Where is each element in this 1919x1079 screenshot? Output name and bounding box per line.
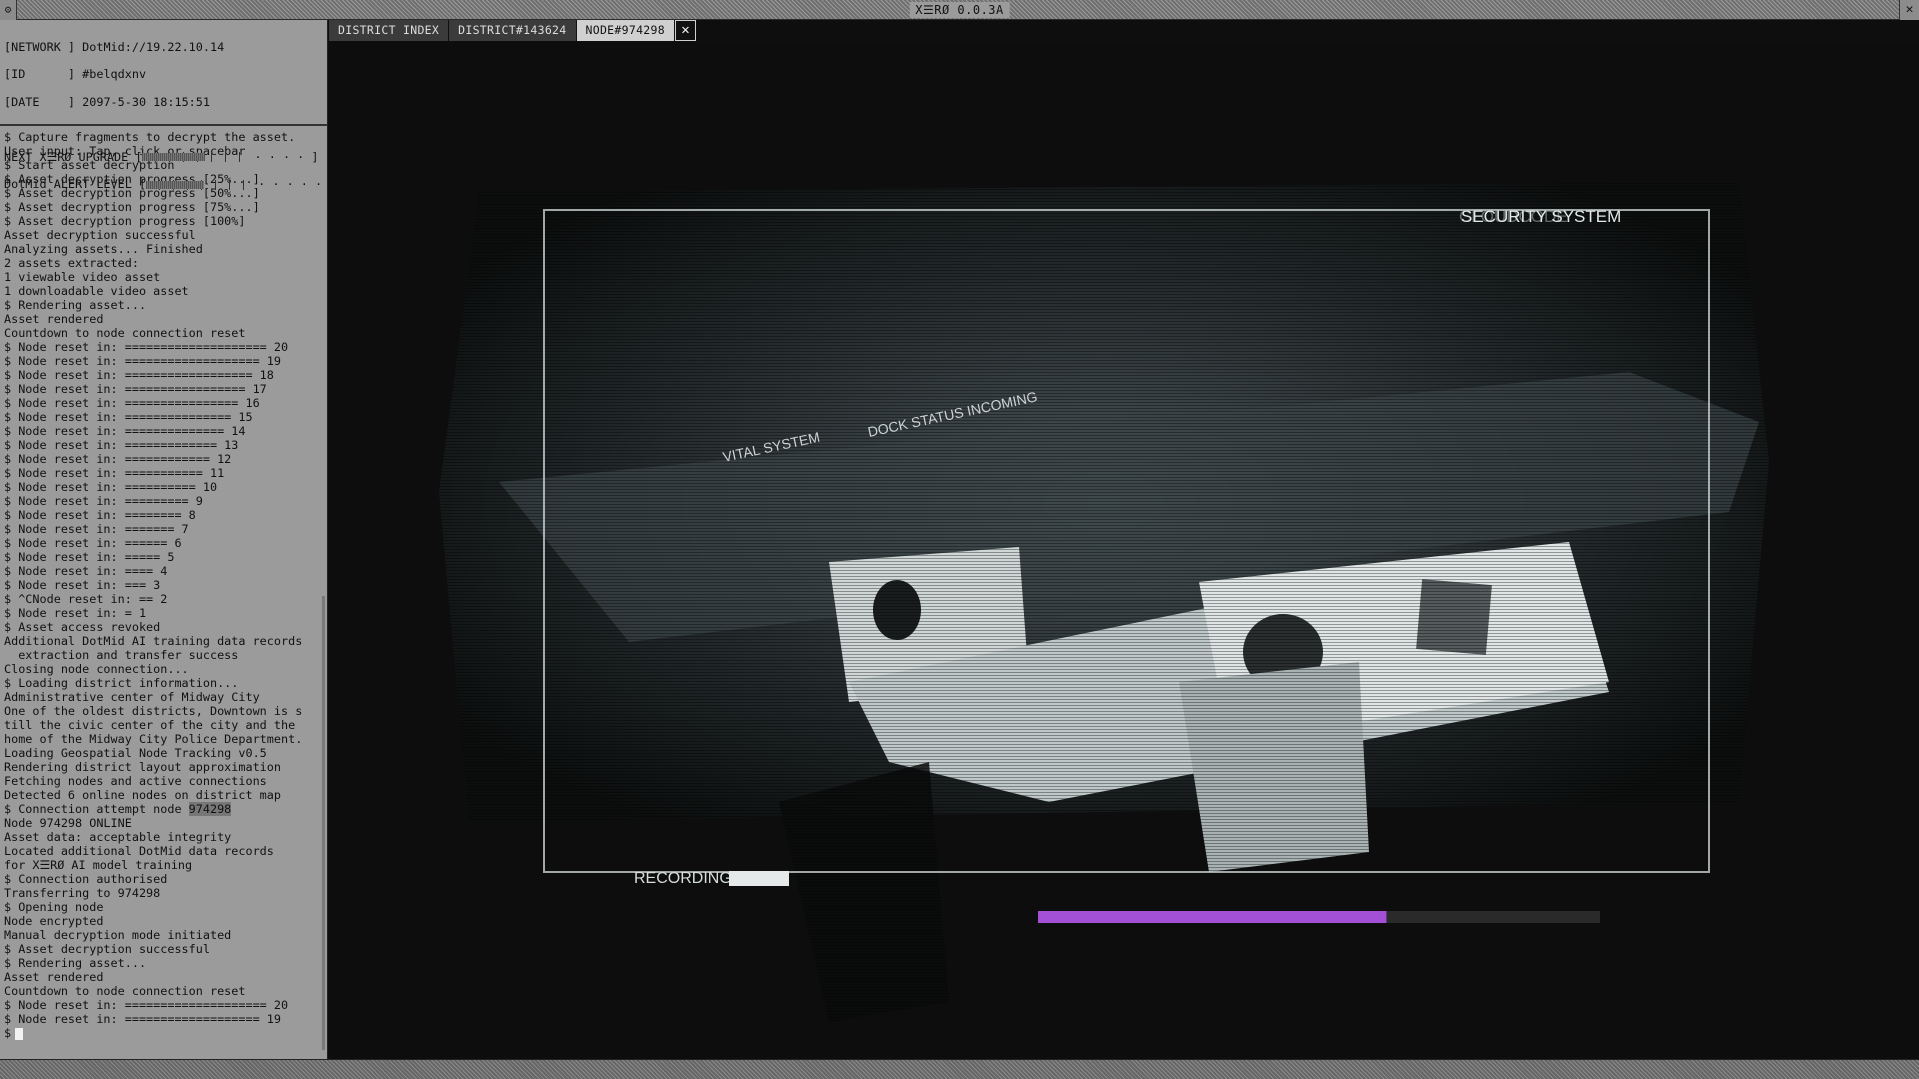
log-line: Node 974298 ONLINE (4, 816, 132, 830)
recording-indicator (729, 871, 789, 886)
log-line: Asset data: acceptable integrity (4, 830, 232, 844)
tab-district-index[interactable]: DISTRICT INDEX (329, 20, 450, 41)
log-line: Asset rendered (4, 312, 104, 326)
log-line: $ Node reset in: ================== 18 (4, 368, 274, 382)
log-line: $ Node reset in: =========== 11 (4, 466, 225, 480)
log-line: $ Node reset in: ================= 17 (4, 382, 267, 396)
text-cursor (15, 1027, 24, 1040)
log-line: $ Node reset in: ============= 13 (4, 438, 239, 452)
log-line: Additional DotMid AI training data recor… (4, 634, 303, 648)
log-line: Loading Geospatial Node Tracking v0.5 (4, 746, 267, 760)
log-line: $ Node reset in: =================== 19 (4, 1012, 281, 1026)
log-line: $ Rendering asset... (4, 298, 147, 312)
log-line: Located additional DotMid data records (4, 844, 274, 858)
log-line: $ Node reset in: ======== 8 (4, 508, 196, 522)
log-line: $ Node reset in: ===== 5 (4, 550, 175, 564)
log-line: $ Node reset in: ================ 16 (4, 396, 260, 410)
terminal-prompt[interactable]: $ (4, 1026, 323, 1040)
progress-fill (1038, 911, 1387, 923)
status-box: [NETWORK ] DotMid://19.22.10.14 [ID ] #b… (0, 20, 336, 191)
date-label: [DATE ] (4, 94, 76, 109)
security-camera-feed: CLOUDCODE SECURITY SYSTEM VITAL SYSTEM D… (329, 42, 1919, 1059)
log-line: $ Node reset in: = 1 (4, 606, 147, 620)
log-line: $ Asset access revoked (4, 620, 161, 634)
log-line: 2 assets extracted: (4, 256, 139, 270)
log-line: $ Node reset in: ==== 4 (4, 564, 168, 578)
log-line: $ Loading district information... (4, 676, 239, 690)
log-line: Rendering district layout approximation (4, 760, 281, 774)
log-line: $ Node reset in: ====== 6 (4, 536, 182, 550)
log-line: 1 viewable video asset (4, 270, 161, 284)
id-value: #belqdxnv (82, 67, 147, 81)
log-line: $ Connection authorised (4, 872, 168, 886)
log-line: $ Opening node (4, 900, 104, 914)
date-value: 2097-5-30 18:15:51 (82, 94, 210, 109)
log-line: $ Asset decryption progress [100%] (4, 214, 246, 228)
tab-node-974298[interactable]: NODE#974298 (576, 20, 675, 41)
log-line: Countdown to node connection reset (4, 326, 246, 340)
log-line: $ Node reset in: ======= 7 (4, 522, 189, 536)
log-line: $ Node reset in: ==================== 20 (4, 340, 289, 354)
log-line: Detected 6 online nodes on district map (4, 788, 281, 802)
terminal-log: $ Capture fragments to decrypt the asset… (0, 126, 327, 1040)
log-line: $ Connection attempt node 974298 (4, 802, 232, 816)
video-viewer[interactable]: CLOUDCODE SECURITY SYSTEM VITAL SYSTEM D… (329, 42, 1919, 1059)
tab-district-143624[interactable]: DISTRICT#143624 (449, 20, 577, 41)
terminal-panel: [NETWORK ] DotMid://19.22.10.14 [ID ] #b… (0, 20, 336, 1059)
log-line: Analyzing assets... Finished (4, 242, 203, 256)
log-line: $ Node reset in: ========= 9 (4, 494, 203, 508)
node-id-highlight: 974298 (188, 802, 232, 816)
log-line: $ Node reset in: ============ 12 (4, 452, 232, 466)
log-line: $ Asset decryption successful (4, 942, 210, 956)
upgrade-gauge (142, 152, 248, 162)
log-line: $ Node reset in: =================== 19 (4, 354, 281, 368)
log-line: $ Node reset in: ==================== 20 (4, 998, 289, 1012)
log-line: $ Node reset in: === 3 (4, 578, 161, 592)
video-frame (329, 42, 1919, 1059)
log-line: $ Node reset in: =============== 15 (4, 410, 253, 424)
log-line: $ Node reset in: ========== 10 (4, 480, 218, 494)
log-line: Administrative center of Midway City (4, 690, 260, 704)
log-line: $ Rendering asset... (4, 956, 147, 970)
close-tab-button[interactable]: ✕ (674, 20, 696, 41)
network-label: [NETWORK ] (4, 39, 76, 54)
log-line: Node encrypted (4, 914, 104, 928)
close-window-button[interactable]: ✕ (1899, 0, 1919, 20)
log-line: $ Node reset in: ============== 14 (4, 424, 246, 438)
overlay-title: SECURITY SYSTEM (1461, 207, 1621, 226)
log-line: till the civic center of the city and th… (4, 718, 296, 732)
log-line: Fetching nodes and active connections (4, 774, 267, 788)
log-line: $ Asset decryption progress [75%...] (4, 200, 260, 214)
log-line: 1 downloadable video asset (4, 284, 189, 298)
footer-bar (0, 1059, 1919, 1079)
title-bar: ⚙ X☰RØ 0.0.3A ✕ (0, 0, 1919, 20)
log-line: Countdown to node connection reset (4, 984, 246, 998)
log-line: Closing node connection... (4, 662, 189, 676)
log-line: $ ^CNode reset in: == 2 (4, 592, 168, 606)
log-line: extraction and transfer success (4, 648, 239, 662)
alert-gauge (146, 179, 252, 190)
recording-label: RECORDING (634, 870, 732, 887)
log-line: One of the oldest districts, Downtown is… (4, 704, 303, 718)
log-line: Manual decryption mode initiated (4, 928, 232, 942)
terminal-scrollbar[interactable] (322, 596, 325, 1050)
id-label: [ID ] (4, 67, 76, 81)
gear-icon[interactable]: ⚙ (0, 0, 17, 20)
window-title: X☰RØ 0.0.3A (909, 2, 1010, 18)
log-line: $ Capture fragments to decrypt the asset… (4, 130, 296, 144)
log-line: Transferring to 974298 (4, 886, 161, 900)
log-line: Asset rendered (4, 970, 104, 984)
log-line: for X☰RØ AI model training (4, 858, 193, 872)
tab-bar: DISTRICT INDEX DISTRICT#143624 NODE#9742… (329, 20, 696, 42)
log-line: home of the Midway City Police Departmen… (4, 732, 303, 746)
log-line: Asset decryption successful (4, 228, 196, 242)
network-value: DotMid://19.22.10.14 (82, 39, 225, 54)
